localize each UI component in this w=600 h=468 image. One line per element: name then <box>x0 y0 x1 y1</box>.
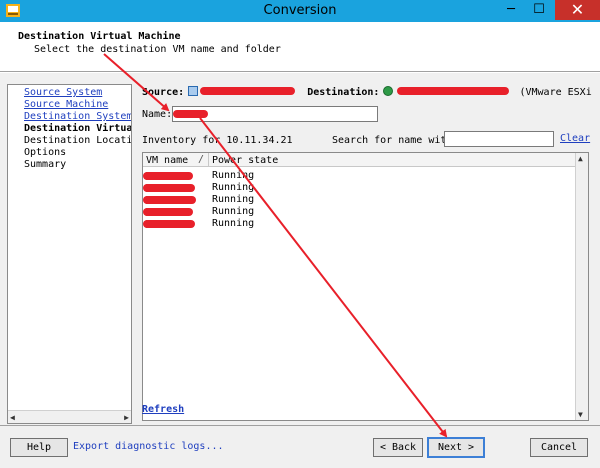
table-row[interactable]: Running <box>143 182 576 194</box>
step-destination-location: Destination Location <box>24 135 132 146</box>
redacted-vm-name <box>143 172 193 180</box>
close-button[interactable]: ✕ <box>555 0 600 20</box>
maximize-button[interactable]: ☐ <box>525 0 553 20</box>
redacted-destination <box>397 87 510 95</box>
search-input[interactable] <box>444 131 554 147</box>
clear-link[interactable]: Clear <box>560 133 590 144</box>
page-title: Destination Virtual Machine <box>18 31 181 42</box>
inventory-text: Inventory for <box>142 135 221 146</box>
table-header: VM name / Power state <box>143 153 576 167</box>
main-panel: Source: Destination: (VMware ESXi Name: … <box>142 73 600 428</box>
step-summary: Summary <box>24 159 67 170</box>
step-destination-system[interactable]: Destination System <box>24 111 131 122</box>
sort-indicator-icon: / <box>198 154 205 165</box>
step-destination-virtual-machine: Destination Virtua <box>24 123 132 134</box>
wizard-step-list: Source System Source Machine Destination… <box>7 84 132 424</box>
redacted-source <box>200 87 296 95</box>
source-destination-row: Source: Destination: (VMware ESXi <box>142 86 592 98</box>
step-source-machine[interactable]: Source Machine <box>24 99 108 110</box>
scroll-left-icon[interactable]: ◀ <box>10 413 15 422</box>
power-state: Running <box>212 218 255 229</box>
power-state: Running <box>212 182 255 193</box>
destination-type: (VMware ESXi <box>519 87 592 98</box>
wizard-footer: Help Export diagnostic logs... < Back Ne… <box>0 425 600 468</box>
vm-inventory-table: VM name / Power state Running Running Ru… <box>142 152 589 421</box>
name-label: Name: <box>142 109 173 120</box>
power-state: Running <box>212 194 255 205</box>
export-diagnostic-logs-link[interactable]: Export diagnostic logs... <box>73 441 224 452</box>
wizard-header: Destination Virtual Machine Select the d… <box>0 22 600 72</box>
redacted-vm-name <box>143 196 196 204</box>
table-row[interactable]: Running <box>143 218 576 230</box>
inventory-host: 10.11.34.21 <box>226 135 293 146</box>
step-options: Options <box>24 147 67 158</box>
redacted-vm-name <box>173 110 208 118</box>
source-machine-icon <box>188 86 199 96</box>
column-divider[interactable] <box>208 153 209 167</box>
minimize-button[interactable]: ─ <box>497 0 525 20</box>
power-state: Running <box>212 170 255 181</box>
table-vertical-scrollbar[interactable]: ▲ ▼ <box>575 153 588 420</box>
column-power-state[interactable]: Power state <box>212 155 278 166</box>
wizard-body: Source System Source Machine Destination… <box>0 73 600 468</box>
destination-host-icon <box>383 86 394 96</box>
column-vm-name[interactable]: VM name <box>146 155 188 166</box>
redacted-vm-name <box>143 184 195 192</box>
vm-name-input[interactable] <box>172 106 378 122</box>
step-source-system[interactable]: Source System <box>24 87 102 98</box>
help-button[interactable]: Help <box>10 438 68 457</box>
power-state: Running <box>212 206 255 217</box>
refresh-link[interactable]: Refresh <box>142 404 184 415</box>
table-row[interactable]: Running <box>143 170 576 182</box>
redacted-vm-name <box>143 208 193 216</box>
scroll-right-icon[interactable]: ▶ <box>124 413 129 422</box>
table-row[interactable]: Running <box>143 194 576 206</box>
destination-label: Destination: <box>307 87 380 98</box>
source-label: Source: <box>142 87 185 98</box>
cancel-button[interactable]: Cancel <box>530 438 588 457</box>
table-row[interactable]: Running <box>143 206 576 218</box>
inventory-label: Inventory for 10.11.34.21 <box>142 135 293 146</box>
title-bar: Conversion ─ ☐ ✕ <box>0 0 600 22</box>
next-button[interactable]: Next > <box>427 437 485 458</box>
nav-horizontal-scrollbar[interactable]: ◀ ▶ <box>8 410 131 423</box>
redacted-vm-name <box>143 220 195 228</box>
scroll-up-icon[interactable]: ▲ <box>578 154 583 163</box>
search-label: Search for name with: <box>332 135 459 146</box>
back-button[interactable]: < Back <box>373 438 423 457</box>
scroll-down-icon[interactable]: ▼ <box>578 410 583 419</box>
page-subtitle: Select the destination VM name and folde… <box>34 44 281 55</box>
